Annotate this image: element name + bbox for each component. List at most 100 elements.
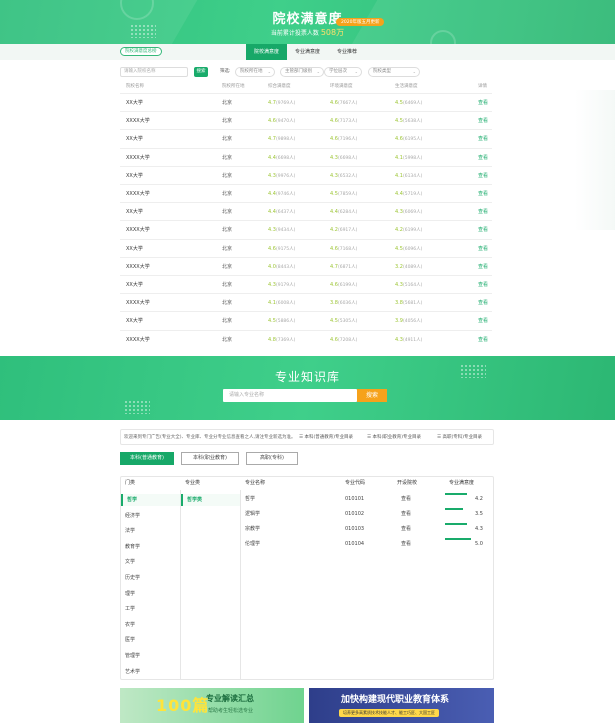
score-count: (6036人) xyxy=(337,301,358,307)
subcategory-item[interactable]: 哲学类 xyxy=(181,494,240,506)
school-search-button[interactable]: 搜索 xyxy=(194,67,208,77)
vote-summary: 当前累计投票人数 508万 xyxy=(0,27,615,38)
score-value: 4.6 xyxy=(330,136,338,143)
score-value: 4.5 xyxy=(330,191,338,197)
category-item[interactable]: 哲学 xyxy=(121,494,180,506)
score-count: (9898人) xyxy=(275,137,296,143)
degree-select[interactable]: 学位层次 ⌄ xyxy=(324,67,362,77)
category-item[interactable]: 理学 xyxy=(125,588,135,600)
category-item[interactable]: 文学 xyxy=(125,556,135,568)
overall-score: 4.3(9976人) xyxy=(268,167,295,186)
panel-header-subcategory: 专业类 xyxy=(185,480,201,486)
department-select[interactable]: 主管部门级别 ⌄ xyxy=(280,67,324,77)
score-value: 4.8 xyxy=(268,336,276,343)
major-row: 宗教学 010103 查看 4.3 xyxy=(245,523,493,535)
overall-ranking-pill[interactable]: 院校满意度总榜 xyxy=(120,47,162,56)
score-value: 4.4 xyxy=(268,191,276,197)
view-detail-link[interactable]: 查看 xyxy=(478,276,488,294)
major-search-input[interactable]: 请输入专业名称 xyxy=(223,389,357,402)
school-location: 北京 xyxy=(222,172,233,179)
type-select[interactable]: 院校类型 ⌄ xyxy=(368,67,420,77)
overall-score: 4.7(9769人) xyxy=(268,94,295,113)
link-undergrad-catalog[interactable]: ☰ 本科(普通教育)专业目录 xyxy=(299,430,353,444)
school-link[interactable]: 查看 xyxy=(401,523,411,535)
score-value: 4.3 xyxy=(330,172,338,179)
overall-score: 4.4(6437人) xyxy=(268,203,295,222)
category-item[interactable]: 管理学 xyxy=(125,650,140,662)
school-name: XXXX大学 xyxy=(126,154,150,161)
score-count: (7168人) xyxy=(337,246,358,252)
overall-score: 4.3(9434人) xyxy=(268,221,295,240)
score-count: (7859人) xyxy=(337,192,358,197)
score-value: 4.0 xyxy=(268,263,276,270)
environment-score: 4.6(7208人) xyxy=(330,331,357,350)
panel-header-score: 专业满意度 xyxy=(449,480,475,486)
score-count: (6069人) xyxy=(402,210,423,216)
score-value: 4.5 xyxy=(395,100,403,106)
category-item[interactable]: 经济学 xyxy=(125,510,140,522)
score-count: (6698人) xyxy=(337,155,358,161)
link-vocational-catalog[interactable]: ☰ 本科(职业教育)专业目录 xyxy=(367,430,421,444)
life-score: 3.9(4056人) xyxy=(395,312,422,331)
category-item[interactable]: 医学 xyxy=(125,634,135,646)
category-item[interactable]: 艺术学 xyxy=(125,666,140,678)
tab-undergrad-vocational[interactable]: 本科(职业教育) xyxy=(181,452,239,465)
score-count: (7173人) xyxy=(337,119,358,125)
life-score: 4.3(6069人) xyxy=(395,203,422,222)
tab-school-satisfaction[interactable]: 院校满意度 xyxy=(246,44,287,60)
category-item[interactable]: 法学 xyxy=(125,525,135,537)
score-count: (7208人) xyxy=(337,337,358,343)
tab-major-satisfaction[interactable]: 专业满意度 xyxy=(287,44,328,60)
filter-bar: 请输入院校名称 搜索 筛选: 院校所在地 ⌄ 主管部门级别 ⌄ 学位层次 ⌄ 院校类型… xyxy=(120,67,492,79)
view-detail-link[interactable]: 查看 xyxy=(478,94,488,112)
location-select[interactable]: 院校所在地 ⌄ xyxy=(235,67,275,77)
satisfaction-bar xyxy=(445,493,467,495)
view-detail-link[interactable]: 查看 xyxy=(478,130,488,148)
category-item[interactable]: 工学 xyxy=(125,603,135,615)
major-search-button[interactable]: 搜索 xyxy=(357,389,387,402)
view-detail-link[interactable]: 查看 xyxy=(478,240,488,258)
environment-score: 4.5(5305人) xyxy=(330,312,357,331)
score-value: 4.7 xyxy=(268,100,276,106)
view-detail-link[interactable]: 查看 xyxy=(478,167,488,185)
score-value: 4.6 xyxy=(395,136,403,143)
category-item[interactable]: 教育学 xyxy=(125,541,140,553)
environment-score: 4.6(6199人) xyxy=(330,276,357,295)
tab-major-recommend[interactable]: 专业推荐 xyxy=(328,44,366,60)
view-detail-link[interactable]: 查看 xyxy=(478,185,488,203)
major-code: 010103 xyxy=(345,526,365,532)
view-detail-link[interactable]: 查看 xyxy=(478,149,488,167)
score-count: (6871人) xyxy=(337,264,358,270)
update-badge: 2020年版五月更新 xyxy=(336,18,385,26)
school-link[interactable]: 查看 xyxy=(401,538,411,550)
major-guide-banner[interactable]: 100篇 专业解读汇总 帮助考生轻松选专业 xyxy=(120,688,304,723)
view-detail-link[interactable]: 查看 xyxy=(478,258,488,276)
score-count: (7369人) xyxy=(275,337,296,343)
view-detail-link[interactable]: 查看 xyxy=(478,112,488,130)
view-detail-link[interactable]: 查看 xyxy=(478,312,488,330)
tab-vocational-college[interactable]: 高职(专科) xyxy=(246,452,298,465)
school-location: 北京 xyxy=(222,100,233,106)
tab-undergrad-general[interactable]: 本科(普通教育) xyxy=(120,452,174,465)
score-count: (5638人) xyxy=(402,119,423,125)
link-college-catalog[interactable]: ☰ 高职(专科)专业目录 xyxy=(437,430,482,444)
environment-score: 4.4(6284人) xyxy=(330,203,357,222)
major-name: 伦理学 xyxy=(245,541,261,547)
category-item[interactable]: 农学 xyxy=(125,619,135,631)
score-value: 4.1 xyxy=(268,300,276,307)
view-detail-link[interactable]: 查看 xyxy=(478,331,488,349)
category-item[interactable]: 历史学 xyxy=(125,572,140,584)
view-detail-link[interactable]: 查看 xyxy=(478,294,488,312)
view-detail-link[interactable]: 查看 xyxy=(478,203,488,221)
environment-score: 4.6(7667人) xyxy=(330,94,357,113)
overall-score: 4.4(6698人) xyxy=(268,149,295,168)
vocational-banner[interactable]: 加快构建现代职业教育体系 培养更多高素质技术技能人才、能工巧匠、大国工匠 xyxy=(309,688,494,723)
major-code: 010104 xyxy=(345,541,365,547)
school-name: XX大学 xyxy=(126,100,143,106)
life-score: 4.1(6134人) xyxy=(395,167,422,186)
view-detail-link[interactable]: 查看 xyxy=(478,221,488,239)
school-search-input[interactable]: 请输入院校名称 xyxy=(120,67,188,77)
school-link[interactable]: 查看 xyxy=(401,508,411,520)
school-link[interactable]: 查看 xyxy=(401,493,411,505)
department-select-value: 主管部门级别 xyxy=(285,69,312,74)
